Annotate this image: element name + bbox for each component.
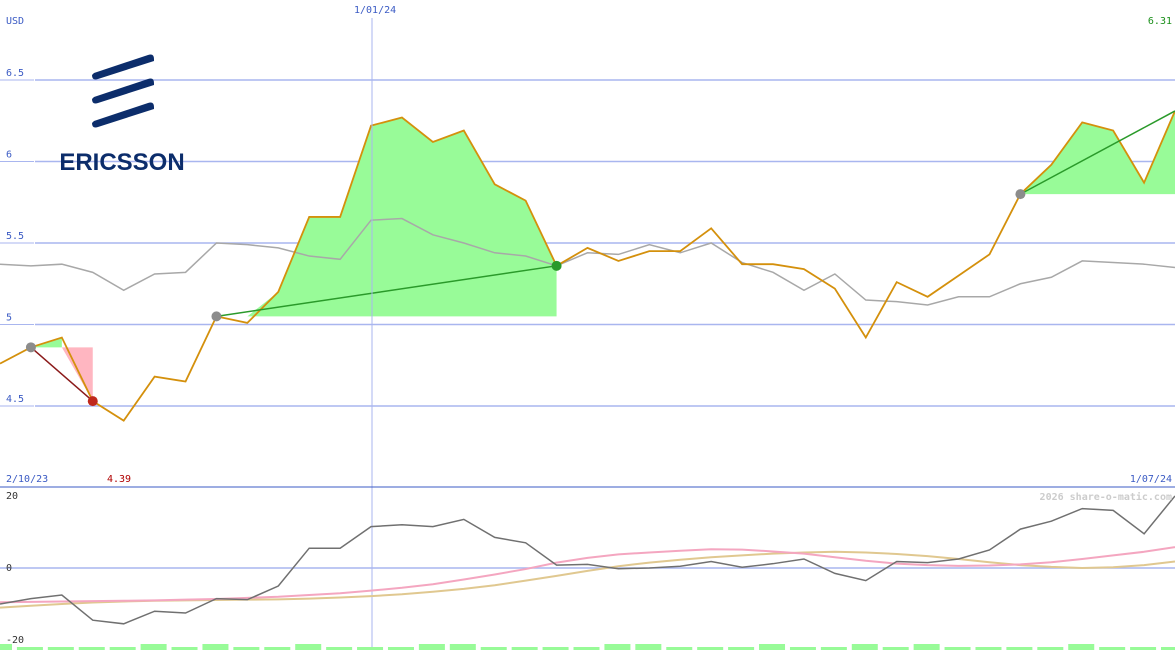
trade-exit-marker bbox=[87, 396, 98, 407]
price-tick-label: 5 bbox=[6, 313, 12, 324]
watermark: 2026 share-o-matic.com bbox=[1040, 491, 1172, 503]
trade-entry-marker bbox=[25, 342, 36, 353]
oscillator-tick-label: -20 bbox=[6, 635, 24, 646]
oscillator-base-bar bbox=[295, 644, 322, 650]
x-start-label: 2/10/23 bbox=[6, 474, 48, 485]
logo-wordmark: ERICSSON bbox=[59, 149, 184, 176]
price-tick-label: 6.5 bbox=[6, 68, 24, 79]
oscillator-base-bar bbox=[635, 644, 662, 650]
price-tick-label: 4.5 bbox=[6, 394, 24, 405]
low-price-label: 4.39 bbox=[107, 474, 131, 485]
oscillator-base-bar bbox=[418, 644, 445, 650]
x-end-label: 1/07/24 bbox=[1130, 474, 1172, 485]
oscillator-base-bar bbox=[1068, 644, 1095, 650]
oscillator-base-bar bbox=[604, 644, 631, 650]
oscillator-base-bar bbox=[759, 644, 786, 650]
y-axis-unit-label: USD bbox=[6, 16, 24, 27]
price-tick-label: 5.5 bbox=[6, 231, 24, 242]
oscillator-base-bar bbox=[140, 644, 167, 650]
price-tick-label: 6 bbox=[6, 150, 12, 161]
oscillator-base-bar bbox=[913, 644, 940, 650]
oscillator-tick-label: 0 bbox=[6, 563, 12, 574]
trade-entry-marker bbox=[1015, 189, 1026, 200]
oscillator-base-bar bbox=[851, 644, 878, 650]
trade-exit-marker bbox=[551, 260, 562, 271]
last-price-label: 6.31 bbox=[1148, 16, 1172, 27]
oscillator-base-bar bbox=[449, 644, 476, 650]
trade-entry-marker bbox=[211, 311, 222, 322]
chart-canvas: 4.5 5 5.5 6 6.5 USD 1/01/24 6.31 2/10/23 4.3… bbox=[0, 0, 1175, 650]
oscillator-tick-label: 20 bbox=[6, 491, 18, 502]
oscillator-base-bar bbox=[202, 644, 229, 650]
date-marker-label: 1/01/24 bbox=[354, 5, 396, 16]
